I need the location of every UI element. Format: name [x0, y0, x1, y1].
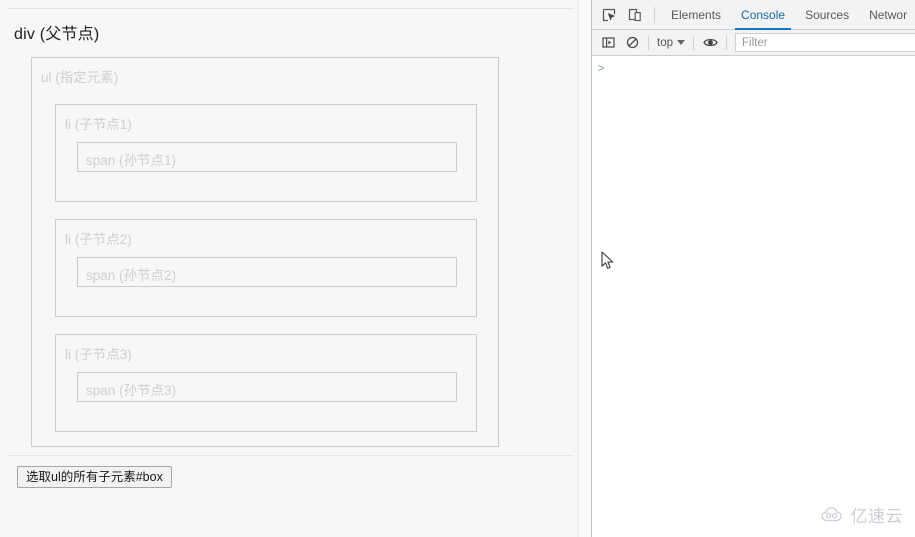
screenshot-root: div (父节点) ul (指定元素) li (子节点1) span (孙节点1… — [0, 0, 915, 537]
console-toolbar-divider-1 — [648, 35, 649, 50]
console-output-area[interactable]: > — [592, 57, 915, 537]
page-viewport: div (父节点) ul (指定元素) li (子节点1) span (孙节点1… — [0, 0, 578, 537]
console-filter-input[interactable] — [735, 33, 915, 52]
console-prompt-chevron-icon: > — [597, 61, 605, 75]
div-parent-node-title: div (父节点) — [14, 26, 100, 43]
devtools-panel: Elements Console Sources Networ top Filt… — [591, 0, 915, 537]
select-ul-children-button[interactable]: 选取ul的所有子元素#box — [17, 466, 172, 488]
console-prompt-input[interactable] — [610, 61, 915, 75]
tab-console[interactable]: Console — [731, 0, 795, 30]
li-child-node-2-box: li (子节点2) span (孙节点2) — [55, 219, 477, 317]
li-child-node-1-box: li (子节点1) span (孙节点1) — [55, 104, 477, 202]
console-sidebar-icon[interactable] — [596, 32, 620, 54]
li-label-2: li (子节点2) — [65, 232, 132, 247]
chevron-down-icon — [677, 40, 685, 45]
console-toolbar: top — [592, 30, 915, 56]
li-label-3: li (子节点3) — [65, 347, 132, 362]
execution-context-dropdown[interactable]: top — [653, 37, 689, 49]
page-horizontal-rule — [8, 455, 574, 456]
span-grandchild-node-2-box: span (孙节点2) — [77, 257, 457, 287]
page-scrollbar-gutter[interactable] — [578, 0, 591, 537]
device-toolbar-icon[interactable] — [622, 2, 648, 28]
tab-network[interactable]: Networ — [859, 0, 915, 30]
ul-target-element-box: ul (指定元素) li (子节点1) span (孙节点1) li (子节点2… — [31, 57, 499, 447]
console-prompt-row[interactable]: > — [592, 57, 915, 81]
span-grandchild-node-3-box: span (孙节点3) — [77, 372, 457, 402]
console-toolbar-divider-3 — [726, 35, 727, 50]
console-toolbar-divider-2 — [693, 35, 694, 50]
li-label-1: li (子节点1) — [65, 117, 132, 132]
ul-label: ul (指定元素) — [41, 70, 119, 85]
clear-console-icon[interactable] — [620, 32, 644, 54]
inspect-element-icon[interactable] — [596, 2, 622, 28]
devtools-tab-list: Elements Console Sources Networ — [661, 0, 915, 30]
span-label-2: span (孙节点2) — [86, 268, 177, 283]
span-grandchild-node-1-box: span (孙节点1) — [77, 142, 457, 172]
toolbar-divider — [654, 6, 655, 23]
li-child-node-3-box: li (子节点3) span (孙节点3) — [55, 334, 477, 432]
span-label-1: span (孙节点1) — [86, 153, 177, 168]
span-label-3: span (孙节点3) — [86, 383, 177, 398]
live-expression-eye-icon[interactable] — [698, 32, 722, 54]
page-content: div (父节点) ul (指定元素) li (子节点1) span (孙节点1… — [0, 9, 578, 537]
tab-elements[interactable]: Elements — [661, 0, 731, 30]
devtools-tabbar: Elements Console Sources Networ — [592, 0, 915, 30]
execution-context-label: top — [657, 36, 673, 49]
tab-sources[interactable]: Sources — [795, 0, 859, 30]
